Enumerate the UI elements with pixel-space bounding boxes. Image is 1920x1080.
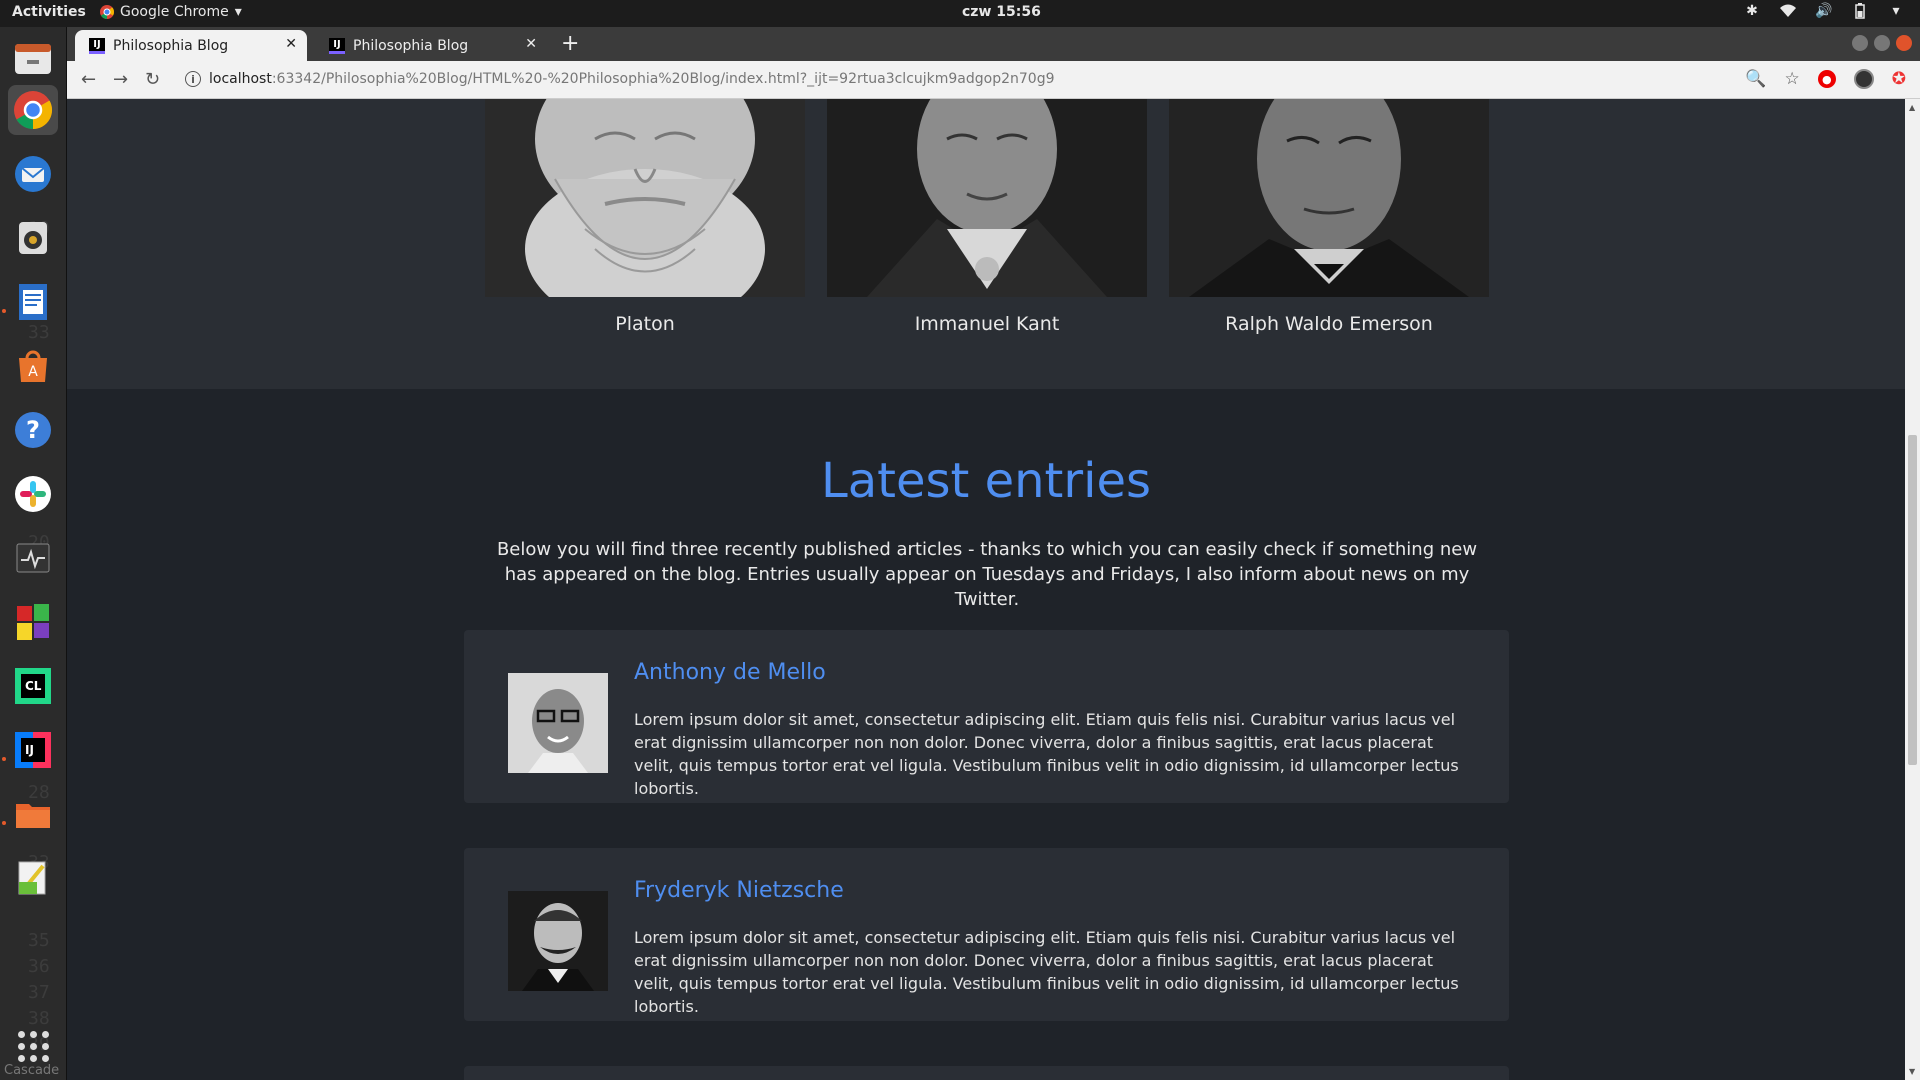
page-viewport: Platon Immanuel Kant Ralph Waldo Emerson… [67,99,1905,1080]
browser-window: IJ Philosophia Blog ✕ IJ Philosophia Blo… [67,27,1920,99]
svg-text:A: A [28,364,38,380]
line-number: 38 [28,1008,50,1029]
back-icon[interactable]: ← [81,69,96,90]
platon-portrait [485,99,805,297]
philosopher-name: Ralph Waldo Emerson [1225,313,1433,335]
reload-icon[interactable]: ↻ [145,69,160,90]
thunderbird-icon[interactable] [8,149,58,199]
tab-philosophia-blog[interactable]: IJ Philosophia Blog ✕ [315,30,547,61]
url-host: localhost [209,71,272,87]
site-info-icon[interactable]: i [185,71,201,87]
zoom-icon[interactable]: 🔍 [1745,69,1766,89]
scroll-down-icon[interactable]: ▼ [1909,1067,1915,1076]
latest-entries-section: Latest entries Below you will find three… [67,389,1905,1080]
url-path: :63342/Philosophia%20Blog/HTML%20-%20Phi… [271,71,1055,87]
close-tab-icon[interactable]: ✕ [285,36,297,52]
rhythmbox-icon[interactable] [8,213,58,263]
tab-strip: IJ Philosophia Blog ✕ IJ Philosophia Blo… [67,27,1920,61]
scroll-up-icon[interactable]: ▲ [1909,103,1915,112]
help-icon[interactable]: ? [8,405,58,455]
running-indicator [2,309,6,313]
color-palette-icon[interactable] [8,597,58,647]
bookmark-star-icon[interactable]: ☆ [1785,69,1800,89]
line-number: 36 [28,956,50,977]
entry-card[interactable]: Fryderyk Nietzsche Lorem ipsum dolor sit… [464,848,1509,1021]
entry-thumbnail [508,891,608,991]
app-menu-label: Google Chrome [120,4,229,20]
window-controls [1852,35,1912,51]
kant-portrait [827,99,1147,297]
toolbar-actions: 🔍 ☆ ● ✪ [1745,69,1906,89]
intellij-favicon-icon: IJ [329,37,345,54]
entry-card[interactable]: Anthony de Mello Lorem ipsum dolor sit a… [464,630,1509,803]
philosopher-name: Immanuel Kant [914,313,1060,335]
svg-text:IJ: IJ [25,743,34,757]
system-tray[interactable]: ✱ 🔊 ▾ [1744,3,1904,19]
tab-title: Philosophia Blog [113,37,229,54]
entry-body: Lorem ipsum dolor sit amet, consectetur … [634,710,1459,798]
activities-button[interactable]: Activities [12,4,86,20]
slack-icon[interactable] [8,469,58,519]
philosopher-card[interactable]: Platon [485,99,805,335]
line-number: 35 [28,930,50,951]
running-indicator [2,757,6,761]
svg-text:CL: CL [25,679,42,693]
profile-avatar-icon[interactable] [1853,69,1874,89]
svg-text:?: ? [26,416,40,444]
running-indicator [2,821,6,825]
clock[interactable]: czw 15:56 [962,4,1041,20]
tab-title: Philosophia Blog [353,37,469,54]
chrome-icon[interactable] [8,85,58,135]
gedit-icon[interactable] [8,853,58,903]
toolbar: ← → ↻ i localhost:63342/Philosophia%20Bl… [67,61,1920,99]
files-icon[interactable] [8,33,58,83]
battery-icon[interactable] [1852,3,1868,19]
entry-title-link[interactable]: Fryderyk Nietzsche [634,878,844,903]
new-tab-icon[interactable]: + [561,31,579,56]
wifi-icon[interactable] [1780,3,1796,19]
show-applications-icon[interactable] [18,1031,49,1062]
entry-body: Lorem ipsum dolor sit amet, consectetur … [634,928,1459,1016]
scrollbar-thumb[interactable] [1908,435,1917,765]
chrome-small-icon [100,5,114,19]
maximize-icon[interactable] [1874,35,1890,51]
tab-philosophia-blog-active[interactable]: IJ Philosophia Blog ✕ [75,30,307,61]
forward-icon[interactable]: → [113,69,128,90]
philosopher-card[interactable]: Immanuel Kant [827,99,1147,335]
extension-red-icon[interactable]: ✪ [1892,69,1906,89]
entry-card[interactable] [464,1066,1509,1080]
system-menu-caret-icon[interactable]: ▾ [1888,3,1904,19]
address-bar[interactable]: localhost:63342/Philosophia%20Blog/HTML%… [209,71,1055,87]
clion-icon[interactable]: CL [8,661,58,711]
minimize-icon[interactable] [1852,35,1868,51]
philosophers-section: Platon Immanuel Kant Ralph Waldo Emerson [67,99,1905,389]
entry-thumbnail [508,673,608,773]
cascade-label: Cascade [4,1063,60,1078]
bluetooth-icon[interactable]: ✱ [1744,3,1760,19]
philosopher-name: Platon [615,313,675,335]
app-menu[interactable]: Google Chrome ▾ [100,4,242,20]
page-scrollbar[interactable]: ▲ ▼ [1905,99,1920,1080]
close-tab-icon[interactable]: ✕ [525,36,537,52]
line-number: 37 [28,982,50,1003]
latest-entries-intro: Below you will find three recently publi… [496,539,1478,610]
system-monitor-icon[interactable] [8,533,58,583]
dock: 1033182028333536373839 A ? CL IJ [0,27,67,1080]
latest-entries-heading: Latest entries [821,453,1151,509]
volume-icon[interactable]: 🔊 [1815,3,1832,19]
philosopher-card[interactable]: Ralph Waldo Emerson [1169,99,1489,335]
adblock-extension-icon[interactable]: ● [1817,70,1836,88]
software-icon[interactable]: A [8,341,58,391]
entry-title-link[interactable]: Anthony de Mello [634,660,826,685]
caret-down-icon: ▾ [234,4,242,20]
intellij-favicon-icon: IJ [89,37,105,54]
system-top-bar: Activities Google Chrome ▾ czw 15:56 ✱ 🔊… [0,0,1920,27]
writer-icon[interactable] [8,277,58,327]
emerson-portrait [1169,99,1489,297]
intellij-icon[interactable]: IJ [8,725,58,775]
folder-icon[interactable] [8,789,58,839]
close-window-icon[interactable] [1896,35,1912,51]
